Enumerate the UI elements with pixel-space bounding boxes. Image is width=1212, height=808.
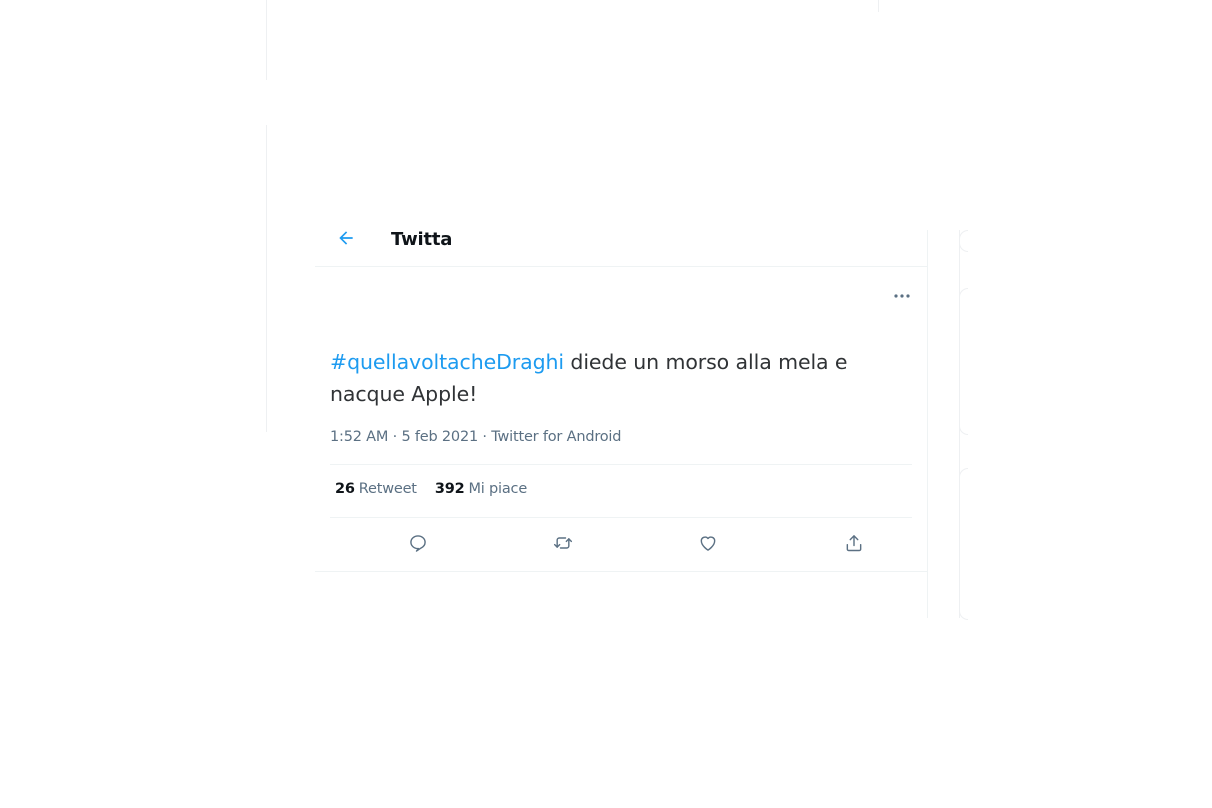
retweets-stat[interactable]: 26 Retweet bbox=[335, 481, 417, 497]
page-header: Twitta bbox=[315, 227, 927, 267]
divider-bottom bbox=[315, 571, 927, 572]
tweet-text: #quellavoltacheDraghi diede un morso all… bbox=[330, 346, 890, 410]
back-button[interactable] bbox=[333, 227, 359, 253]
retweet-button[interactable] bbox=[550, 532, 576, 558]
sidebar-card-outline-2 bbox=[959, 468, 968, 620]
likes-count: 392 bbox=[434, 481, 465, 497]
retweet-icon bbox=[552, 533, 574, 557]
sidebar-card-outline bbox=[959, 288, 968, 435]
page-title: Twitta bbox=[391, 229, 453, 250]
likes-stat[interactable]: 392 Mi piace bbox=[435, 481, 527, 497]
share-button[interactable] bbox=[841, 532, 867, 558]
more-options-button[interactable] bbox=[889, 284, 915, 302]
retweets-count: 26 bbox=[335, 481, 355, 497]
likes-label: Mi piace bbox=[468, 481, 528, 497]
more-horizontal-icon bbox=[893, 284, 911, 303]
heart-icon bbox=[698, 533, 718, 557]
reply-icon bbox=[408, 533, 428, 557]
tweet-stats: 26 Retweet 392 Mi piace bbox=[335, 481, 527, 497]
tweet-date[interactable]: 5 feb 2021 bbox=[401, 429, 478, 445]
retweets-label: Retweet bbox=[358, 481, 417, 497]
background-divider-left bbox=[266, 125, 267, 432]
reply-button[interactable] bbox=[405, 532, 431, 558]
tweet-metadata: 1:52 AM · 5 feb 2021 · Twitter for Andro… bbox=[330, 429, 621, 445]
sidebar-search-outline bbox=[959, 230, 968, 252]
share-icon bbox=[844, 533, 864, 557]
arrow-left-icon bbox=[336, 228, 356, 252]
hashtag-link[interactable]: #quellavoltacheDraghi bbox=[330, 350, 564, 374]
tweet-actions bbox=[330, 530, 912, 560]
tweet-source[interactable]: Twitter for Android bbox=[491, 429, 621, 445]
divider-stats-top bbox=[330, 464, 912, 465]
like-button[interactable] bbox=[695, 532, 721, 558]
divider-stats-bottom bbox=[330, 517, 912, 518]
tweet-time[interactable]: 1:52 AM bbox=[330, 429, 388, 445]
background-divider-top-left bbox=[266, 0, 267, 80]
meta-separator-2: · bbox=[478, 429, 492, 445]
tweet-detail-column: Twitta #quellavoltacheDraghi diede un mo… bbox=[315, 227, 928, 618]
background-divider-top-right bbox=[878, 0, 879, 12]
meta-separator: · bbox=[388, 429, 402, 445]
